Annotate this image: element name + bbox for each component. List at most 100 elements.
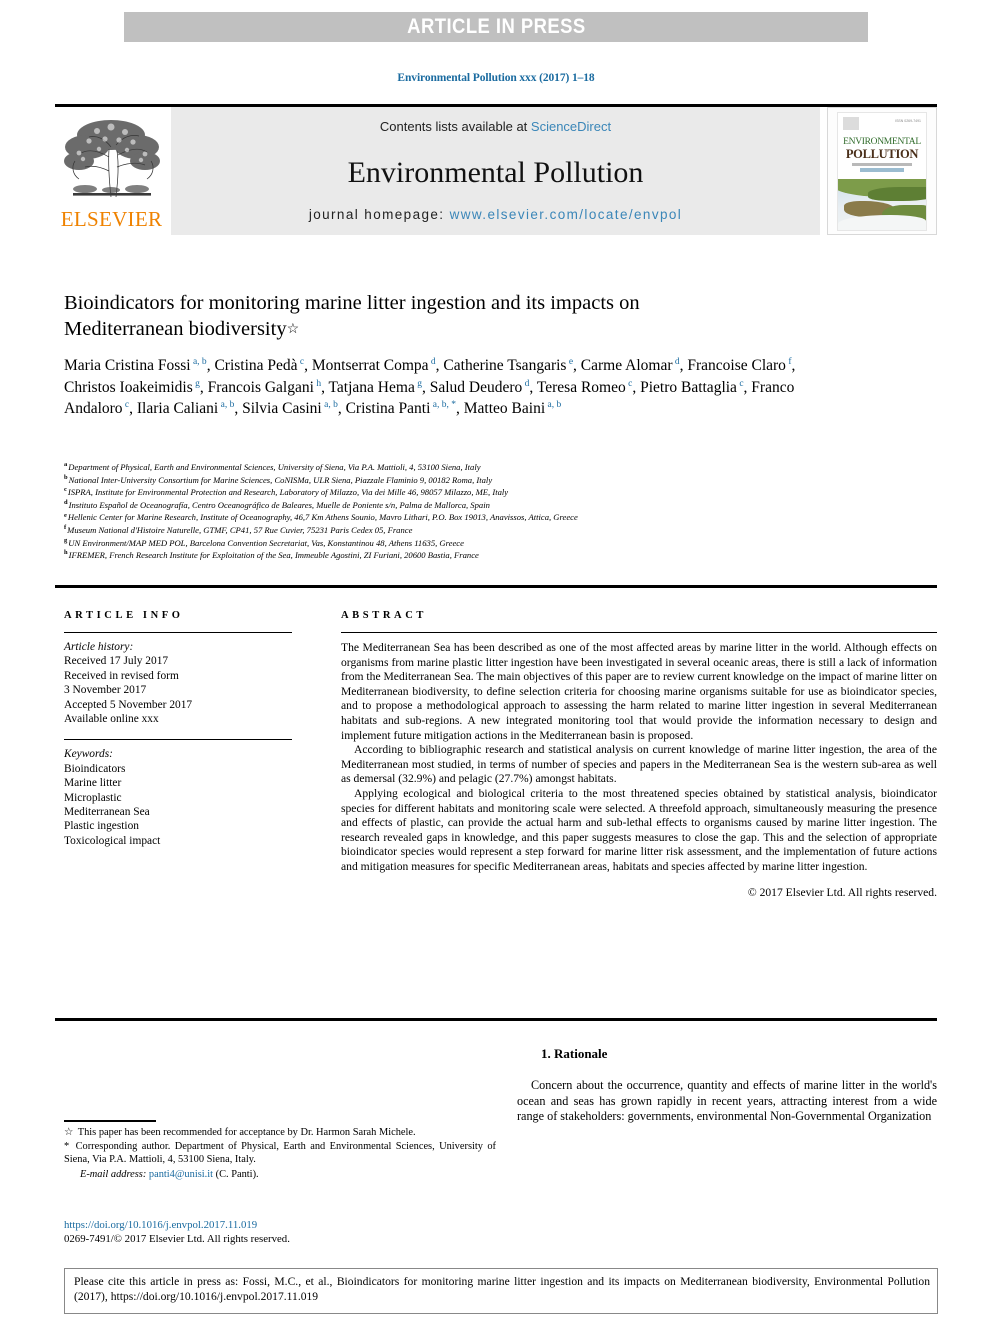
journal-masthead: ELSEVIER Contents lists available at Sci…: [55, 107, 937, 235]
author-separator: ,: [791, 357, 796, 374]
affiliation-marker: f: [64, 524, 67, 532]
title-footnote-marker: ☆: [286, 322, 300, 337]
cover-title-line2: POLLUTION: [845, 147, 919, 161]
citation-footer-box: Please cite this article in press as: Fo…: [64, 1268, 938, 1314]
journal-cover-thumbnail: ISSN 0269-7491 ENVIRONMENTAL POLLUTION: [827, 107, 937, 235]
abstract-paragraph: The Mediterranean Sea has been described…: [341, 641, 938, 742]
abstract-heading: ABSTRACT: [341, 610, 427, 621]
abstract-paragraph: Applying ecological and biological crite…: [341, 786, 937, 873]
keyword-item: Mediterranean Sea: [64, 806, 150, 819]
affiliation-text: National Inter-University Consortium for…: [68, 474, 493, 485]
cover-photo-shape: [838, 215, 926, 230]
author-name: Francois Galgani: [207, 378, 314, 396]
keyword-item: Marine litter: [64, 777, 122, 790]
article-history-item: Accepted 5 November 2017: [64, 698, 193, 711]
citation-footer-text: Please cite this article in press as: Fo…: [74, 1275, 930, 1303]
author-separator: ,: [129, 400, 137, 417]
affiliation-item: dInstituto Español de Oceanografía, Cent…: [64, 499, 944, 512]
contents-prefix: Contents lists available at: [379, 119, 531, 134]
article-info-heading: ARTICLE INFO: [64, 610, 184, 621]
author-name: Catherine Tsangaris: [443, 357, 567, 374]
article-history-item: Received in revised form: [64, 669, 179, 682]
footnote-acceptance-text: This paper has been recommended for acce…: [77, 1127, 416, 1138]
journal-cover-art: ISSN 0269-7491 ENVIRONMENTAL POLLUTION: [837, 112, 927, 231]
keywords-block: Keywords: Bioindicators Marine litter Micr…: [64, 747, 314, 848]
article-in-press-label: ARTICLE IN PRESS: [406, 15, 586, 38]
author-separator: ,: [321, 378, 329, 396]
article-history-item: Available online xxx: [64, 713, 159, 726]
affiliation-item: gUN Environment/MAP MED POL, Barcelona C…: [64, 537, 944, 550]
author-name: Salud Deudero: [429, 378, 523, 396]
footnote-block: ☆ This paper has been recommended for ac…: [64, 1126, 496, 1182]
cover-subtitle-rule: [852, 163, 912, 166]
affiliation-text: UN Environment/MAP MED POL, Barcelona Co…: [68, 537, 464, 548]
abstract-paragraphs: The Mediterranean Sea has been described…: [341, 641, 937, 875]
affiliation-marker: a: [64, 461, 68, 469]
masthead-center-panel: Contents lists available at ScienceDirec…: [171, 107, 820, 235]
author-name: Tatjana Hema: [328, 378, 415, 396]
footnote-acceptance: ☆ This paper has been recommended for ac…: [64, 1126, 496, 1139]
issn-copyright-line: 0269-7491/© 2017 Elsevier Ltd. All right…: [64, 1233, 290, 1245]
author-separator: ,: [337, 400, 346, 417]
keywords-rule: [64, 739, 292, 741]
keywords-label: Keywords:: [64, 748, 113, 761]
affiliation-item: bNational Inter-University Consortium fo…: [64, 474, 944, 487]
affiliation-item: hIFREMER, French Research Institute for …: [64, 549, 944, 562]
author-name: Silvia Casini: [242, 400, 322, 417]
email-address-label: E-mail address:: [80, 1168, 147, 1180]
affiliation-marker: b: [64, 473, 68, 481]
elsevier-wordmark: ELSEVIER: [60, 207, 163, 231]
journal-title: Environmental Pollution: [347, 156, 644, 189]
article-title-text: Bioindicators for monitoring marine litt…: [64, 292, 640, 340]
keyword-items: Bioindicators Marine litter Microplastic Me…: [64, 762, 314, 848]
author-list: Maria Cristina Fossi a, b, Cristina Pedà…: [64, 355, 824, 420]
sciencedirect-link[interactable]: ScienceDirect: [531, 119, 611, 134]
footnote-star-marker: ☆: [64, 1127, 74, 1138]
author-name: Montserrat Compa: [311, 357, 429, 374]
footnote-corresponding-author: * Corresponding author. Department of Ph…: [64, 1140, 496, 1166]
article-info-column: ARTICLE INFO Article history: Received 1…: [64, 610, 314, 848]
article-history-items: Received 17 July 2017 Received in revised…: [64, 654, 314, 726]
author-separator: ,: [632, 378, 641, 396]
article-history-item: Received 17 July 2017: [64, 655, 169, 668]
cover-elsevier-mark-icon: [843, 117, 859, 130]
affiliation-text: Museum National d'Histoire Naturelle, GT…: [67, 524, 413, 535]
affiliation-text: IFREMER, French Research Institute for E…: [68, 550, 479, 561]
section-body-rationale: Concern about the occurrence, quantity a…: [517, 1078, 937, 1125]
section-paragraph: Concern about the occurrence, quantity a…: [517, 1078, 937, 1124]
author-name: Matteo Baini: [463, 400, 546, 417]
contents-list-line: Contents lists available at ScienceDirec…: [171, 119, 820, 134]
affiliation-text: ISPRA, Institute for Environmental Prote…: [67, 487, 509, 498]
keyword-item: Bioindicators: [64, 762, 126, 775]
author-name: Christos Ioakeimidis: [64, 378, 193, 396]
journal-homepage-link[interactable]: www.elsevier.com/locate/envpol: [450, 207, 683, 222]
author-affiliation-marker: a, b: [321, 399, 338, 410]
page-title: Bioindicators for monitoring marine litt…: [64, 290, 764, 343]
article-info-rule: [64, 632, 292, 633]
author-affiliation-marker: g: [192, 378, 200, 389]
author-affiliation-marker: a, b: [190, 356, 207, 367]
keyword-item: Plastic ingestion: [64, 820, 139, 833]
author-name: Cristina Pedà: [214, 357, 298, 374]
affiliation-text: Hellenic Center for Marine Research, Ins…: [67, 512, 578, 523]
footnote-corresponding-text: Corresponding author. Department of Phys…: [64, 1141, 496, 1166]
author-separator: ,: [304, 357, 312, 374]
author-separator: ,: [199, 378, 208, 396]
elsevier-logo: ELSEVIER: [55, 107, 168, 235]
author-separator: ,: [456, 400, 464, 417]
email-address-owner: (C. Panti).: [215, 1168, 259, 1180]
author-affiliation-marker: h: [313, 378, 322, 389]
article-history-item: 3 November 2017: [64, 684, 147, 697]
footnote-asterisk-marker: *: [64, 1141, 70, 1153]
cover-photo: [838, 179, 926, 230]
affiliation-marker: c: [64, 486, 67, 494]
cover-top-bar: ISSN 0269-7491: [843, 117, 921, 130]
cover-volume-bar: [860, 168, 904, 172]
author-name: Ilaria Caliani: [136, 400, 219, 417]
author-name: Francoise Claro: [687, 357, 786, 374]
email-address-link[interactable]: panti4@unisi.it: [149, 1169, 213, 1180]
affiliation-marker: d: [64, 498, 68, 506]
author-affiliation-marker: a, b, *: [430, 399, 457, 410]
doi-link[interactable]: https://doi.org/10.1016/j.envpol.2017.11…: [64, 1218, 496, 1232]
keyword-item: Microplastic: [64, 791, 122, 804]
